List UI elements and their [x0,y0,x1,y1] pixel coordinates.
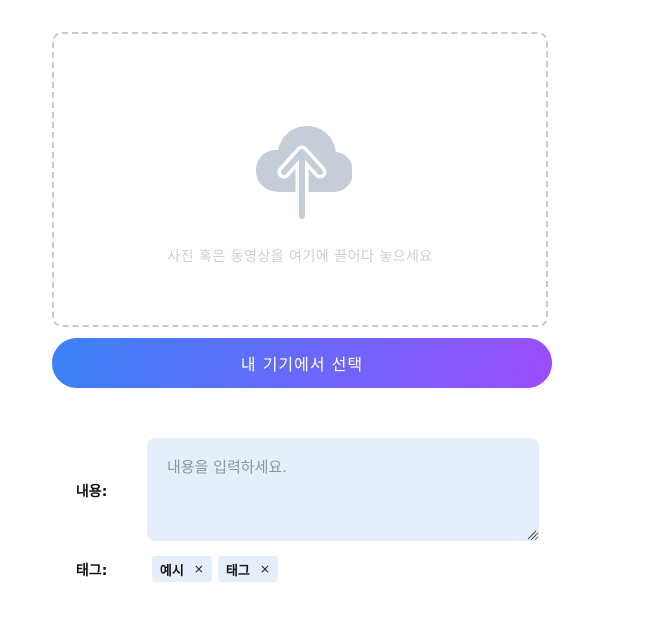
tag-list: 예시 × 태그 × [152,556,278,582]
select-from-device-button[interactable]: 내 기기에서 선택 [52,338,552,388]
cloud-upload-icon [256,126,352,222]
tag-remove-button[interactable]: × [194,562,204,576]
tag-chip: 태그 × [217,556,278,582]
tag-chip-label: 태그 [225,563,250,579]
tags-label: 태그: [76,563,108,579]
tag-remove-button[interactable]: × [260,562,270,576]
tag-chip: 예시 × [152,556,212,582]
content-input[interactable] [147,438,539,541]
drop-hint: 사진 혹은 동영상을 여기에 끌어다 놓으세요 [167,249,433,265]
upload-dropzone[interactable]: 사진 혹은 동영상을 여기에 끌어다 놓으세요 [52,32,548,327]
content-label: 내용: [76,484,108,500]
select-from-device-label: 내 기기에서 선택 [240,355,364,374]
tag-chip-label: 예시 [160,563,184,579]
resize-handle-icon[interactable] [526,529,537,540]
